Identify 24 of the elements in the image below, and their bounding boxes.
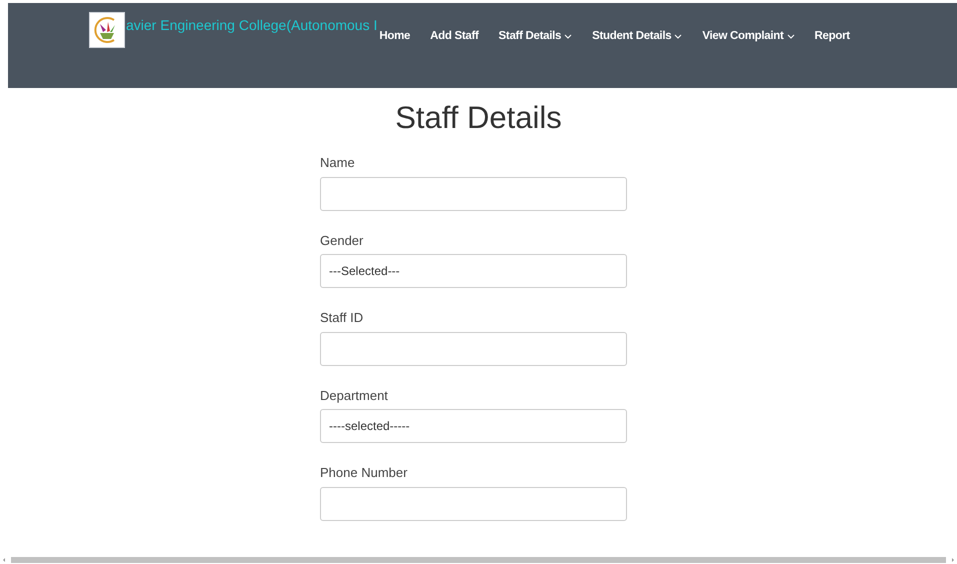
nav-link[interactable]: Add Staff [430,28,479,46]
input-field[interactable] [320,332,627,366]
college-logo [89,12,125,48]
chevron-down-icon [674,34,682,40]
nav-link[interactable]: Home [379,28,410,46]
select-field[interactable]: ---Selected--- [320,254,627,288]
scroll-right-icon[interactable] [949,556,957,564]
nav-link[interactable]: Student Details [592,28,682,46]
chevron-down-icon [786,34,795,40]
brand-title[interactable]: avier Engineering College(Autonomous I [126,15,378,36]
page-title: Staff Details [395,99,562,137]
field-label: Phone Number [320,464,408,482]
select-field[interactable]: ----selected----- [320,409,627,443]
input-field[interactable] [320,486,627,520]
chevron-down-icon [564,34,572,40]
field-label: Name [320,154,356,172]
field-label: Gender [320,232,364,250]
field-label: Staff ID [320,309,364,327]
field-label: Department [320,386,389,405]
nav-link[interactable]: Report [814,28,850,46]
scrollbar-thumb[interactable] [11,557,946,563]
input-field[interactable] [320,176,627,210]
nav-link[interactable]: View Complaint [702,28,795,46]
nav-link[interactable]: Staff Details [498,28,572,46]
